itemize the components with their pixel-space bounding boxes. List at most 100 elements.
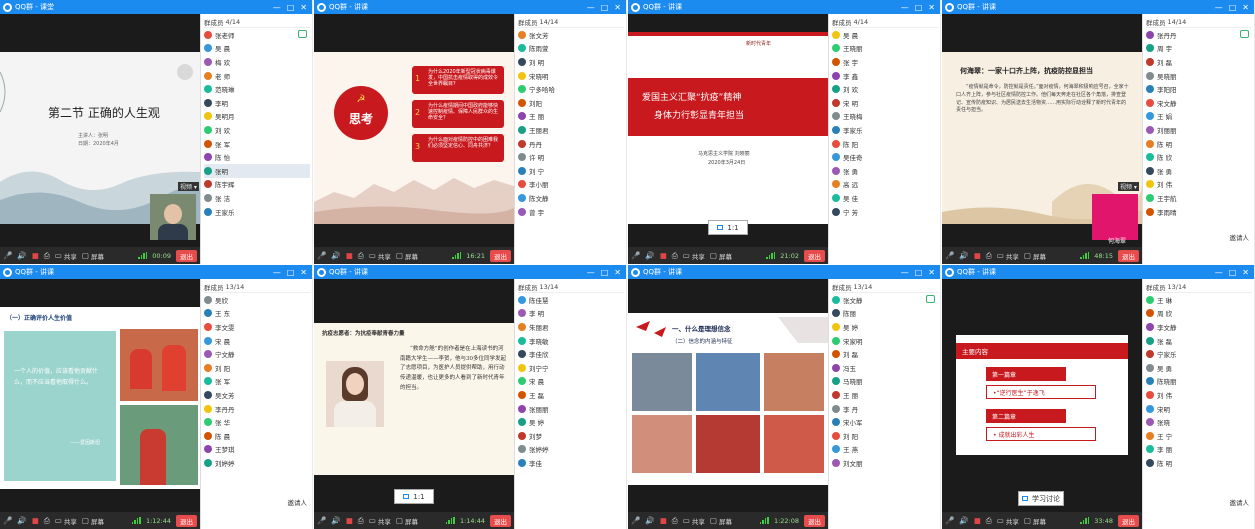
member-item[interactable]: 王 燕 — [832, 443, 938, 457]
close-button[interactable]: ✕ — [300, 268, 307, 277]
speaker-icon[interactable]: 🔊 — [17, 251, 26, 260]
member-item[interactable]: 刘婷婷 — [204, 456, 310, 470]
minimize-button[interactable]: — — [1215, 3, 1223, 12]
camera-off-icon[interactable]: ■ — [974, 516, 981, 525]
member-item[interactable]: 宋文静 — [1146, 96, 1252, 110]
member-item[interactable]: 陈雨萱 — [518, 42, 624, 56]
screen-button[interactable]: ▢ 屏幕 — [1024, 251, 1046, 261]
member-item[interactable]: 张老师 — [204, 28, 310, 42]
member-item[interactable]: 陈 明 — [1146, 137, 1252, 151]
share-icon[interactable]: ⎙ — [986, 516, 992, 526]
share-icon[interactable]: ⎙ — [672, 251, 678, 261]
member-item[interactable]: 王 东 — [204, 307, 310, 321]
member-item[interactable]: 朱丽君 — [518, 320, 624, 334]
speaker-icon[interactable]: 🔊 — [645, 251, 654, 260]
exit-button[interactable]: 退出 — [176, 514, 197, 527]
mic-off-icon[interactable]: 🎤 — [317, 516, 326, 525]
member-item[interactable]: 吴 勇 — [1146, 361, 1252, 375]
minimize-button[interactable]: — — [273, 3, 281, 12]
member-item[interactable]: 王 丽 — [518, 110, 624, 124]
member-item[interactable]: 王丽君 — [518, 123, 624, 137]
member-item[interactable]: 张 宇 — [832, 55, 938, 69]
exit-button[interactable]: 退出 — [490, 514, 511, 527]
member-item[interactable]: 曾 宇 — [518, 205, 624, 219]
member-item[interactable]: 刘 明 — [518, 55, 624, 69]
member-item[interactable]: 宁家乐 — [1146, 347, 1252, 361]
member-item[interactable]: 张文芳 — [518, 28, 624, 42]
member-item[interactable]: 张明 — [204, 163, 310, 178]
member-item[interactable]: 陈 欣 — [1146, 150, 1252, 164]
screen-button[interactable]: ▢ 屏幕 — [82, 516, 104, 526]
member-item[interactable]: 刘 磊 — [1146, 55, 1252, 69]
invite-button[interactable]: 邀请人 — [1230, 497, 1250, 507]
member-item[interactable]: 刘 伟 — [1146, 178, 1252, 192]
close-button[interactable]: ✕ — [300, 3, 307, 12]
share-screen-button[interactable]: ▭ 共享 — [369, 251, 391, 261]
share-icon[interactable]: ⎙ — [358, 251, 364, 261]
member-item[interactable]: 陈晓丽 — [1146, 375, 1252, 389]
minimize-button[interactable]: — — [273, 268, 281, 277]
member-item[interactable]: 宋明 — [1146, 402, 1252, 416]
member-item[interactable]: 梅 欢 — [204, 55, 310, 69]
camera-off-icon[interactable]: ■ — [660, 251, 667, 260]
camera-off-icon[interactable]: ■ — [32, 516, 39, 525]
member-item[interactable]: 李佳欣 — [518, 347, 624, 361]
member-item[interactable]: 王宇航 — [1146, 191, 1252, 205]
share-screen-button[interactable]: ▭ 共享 — [997, 251, 1019, 261]
member-item[interactable]: 老 师 — [204, 69, 310, 83]
mic-off-icon[interactable]: 🎤 — [631, 516, 640, 525]
member-item[interactable]: 李佳 — [518, 456, 624, 470]
member-item[interactable]: 李小丽 — [518, 178, 624, 192]
member-item[interactable]: 李文雯 — [204, 320, 310, 334]
member-item[interactable]: 李 丹 — [832, 402, 938, 416]
exit-button[interactable]: 退出 — [804, 249, 825, 262]
member-item[interactable]: 王家乐 — [204, 205, 310, 219]
member-item[interactable]: 王晓梅 — [832, 110, 938, 124]
caption-button[interactable]: 学习讨论 — [1018, 491, 1064, 506]
minimize-button[interactable]: — — [587, 3, 595, 12]
member-item[interactable]: 高 远 — [832, 178, 938, 192]
mic-off-icon[interactable]: 🎤 — [317, 251, 326, 260]
member-item[interactable]: 刘 欢 — [832, 82, 938, 96]
invite-button[interactable]: 邀请人 — [288, 497, 308, 507]
member-item[interactable]: 李晓敏 — [518, 334, 624, 348]
member-item[interactable]: 宁 芳 — [832, 205, 938, 219]
member-item[interactable]: 张丽丽 — [518, 402, 624, 416]
member-item[interactable]: 刘 阳 — [832, 429, 938, 443]
member-item[interactable]: 王 琳 — [1146, 293, 1252, 307]
member-item[interactable]: 周 欣 — [1146, 307, 1252, 321]
camera-off-icon[interactable]: ■ — [974, 251, 981, 260]
member-item[interactable]: 许 明 — [518, 150, 624, 164]
exit-button[interactable]: 退出 — [176, 249, 197, 262]
member-item[interactable]: 吴 婷 — [832, 320, 938, 334]
close-button[interactable]: ✕ — [614, 268, 621, 277]
member-item[interactable]: 宁文静 — [204, 347, 310, 361]
member-item[interactable]: 张丹丹 — [1146, 28, 1252, 42]
mic-off-icon[interactable]: 🎤 — [3, 516, 12, 525]
member-item[interactable]: 张文静 — [832, 293, 938, 307]
exit-button[interactable]: 退出 — [1118, 514, 1139, 527]
speaker-icon[interactable]: 🔊 — [331, 251, 340, 260]
ratio-toggle-button[interactable]: 1:1 — [394, 489, 434, 504]
maximize-button[interactable]: □ — [1229, 3, 1237, 12]
member-item[interactable]: 刘 欢 — [204, 123, 310, 137]
member-item[interactable]: 冯玉 — [832, 361, 938, 375]
exit-button[interactable]: 退出 — [804, 514, 825, 527]
member-item[interactable]: 李 鑫 — [832, 69, 938, 83]
exit-button[interactable]: 退出 — [490, 249, 511, 262]
screen-button[interactable]: ▢ 屏幕 — [1024, 516, 1046, 526]
member-item[interactable]: 马晓丽 — [832, 375, 938, 389]
member-item[interactable]: 陈 阳 — [832, 137, 938, 151]
member-item[interactable]: 陈佳慧 — [518, 293, 624, 307]
member-item[interactable]: 陈丽 — [832, 307, 938, 321]
member-item[interactable]: 陈 明 — [1146, 456, 1252, 470]
member-item[interactable]: 刘 宁 — [518, 164, 624, 178]
maximize-button[interactable]: □ — [601, 268, 609, 277]
camera-off-icon[interactable]: ■ — [346, 251, 353, 260]
mic-off-icon[interactable]: 🎤 — [945, 251, 954, 260]
member-item[interactable]: 张 磊 — [1146, 334, 1252, 348]
member-item[interactable]: 张晓 — [1146, 415, 1252, 429]
member-item[interactable]: 宁多哈哈 — [518, 82, 624, 96]
member-item[interactable]: 吴 佳 — [832, 191, 938, 205]
maximize-button[interactable]: □ — [1229, 268, 1237, 277]
